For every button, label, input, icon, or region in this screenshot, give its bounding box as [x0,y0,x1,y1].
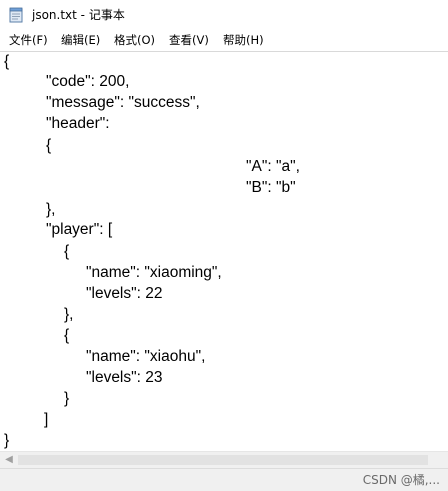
menu-view[interactable]: 查看(V) [169,32,209,48]
text-editor[interactable]: { "code": 200, "message": "success", "he… [0,52,448,450]
text-line: ] [44,411,49,428]
watermark-text: CSDN @橘,... [362,473,440,487]
text-line: { [4,53,10,70]
text-line: "name": "xiaohu", [86,348,206,365]
scrollbar-thumb[interactable] [18,455,428,465]
notepad-icon [9,7,23,23]
text-line: "message": "success", [46,94,200,111]
horizontal-scrollbar[interactable]: ◀ [0,451,448,468]
text-line: { [64,243,70,260]
text-line: "levels": 22 [86,285,163,302]
text-line: } [64,390,70,407]
text-line: }, [46,201,56,218]
menu-bar: 文件(F) 编辑(E) 格式(O) 查看(V) 帮助(H) [0,30,448,50]
text-line: } [4,432,10,449]
menu-format[interactable]: 格式(O) [114,32,155,48]
window-title: json.txt - 记事本 [32,8,125,22]
text-line: "player": [ [46,221,113,238]
text-line: "code": 200, [46,73,130,90]
text-line: "header": [46,115,110,132]
menu-help[interactable]: 帮助(H) [223,32,264,48]
text-line: "levels": 23 [86,369,163,386]
text-line: { [64,327,70,344]
text-line: { [46,137,52,154]
menu-edit[interactable]: 编辑(E) [61,32,100,48]
menu-file[interactable]: 文件(F) [9,32,48,48]
text-line: "B": "b" [246,179,296,196]
status-bar: CSDN @橘,... [0,468,448,491]
notepad-window: json.txt - 记事本 文件(F) 编辑(E) 格式(O) 查看(V) 帮… [0,0,448,491]
text-line: "A": "a", [246,158,300,175]
title-bar: json.txt - 记事本 [0,0,448,30]
text-line: "name": "xiaoming", [86,264,222,281]
text-line: }, [64,306,74,323]
scroll-left-arrow-icon[interactable]: ◀ [3,453,15,467]
